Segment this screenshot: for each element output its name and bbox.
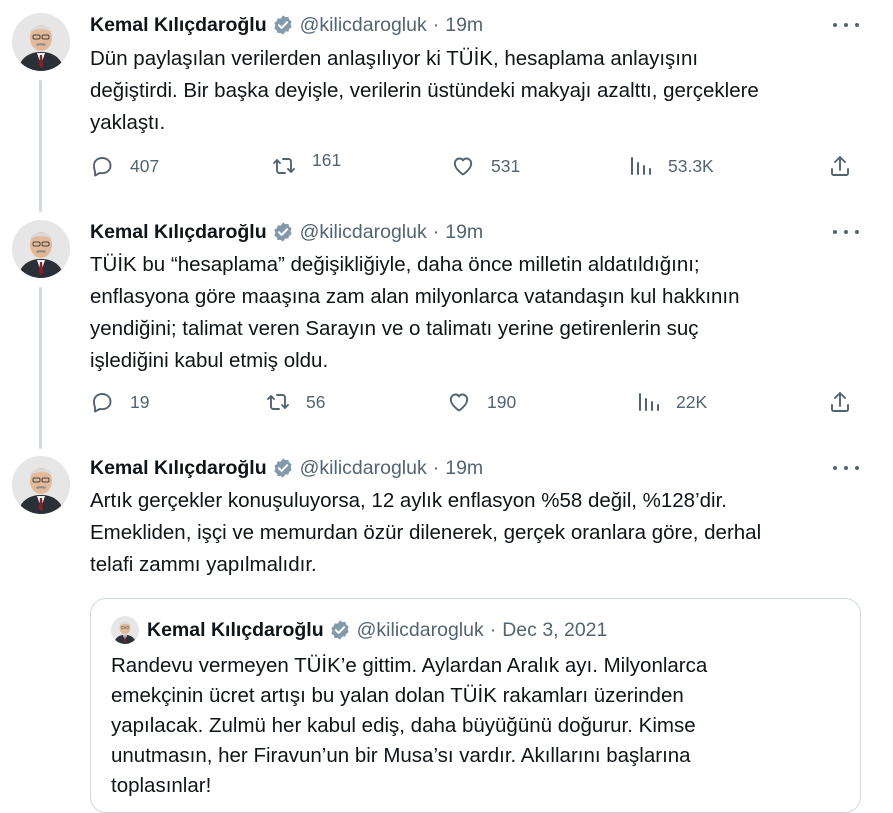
like-button[interactable]: 190 — [447, 390, 516, 414]
views-count: 53.3K — [668, 155, 714, 176]
like-count: 190 — [487, 391, 517, 412]
tweet[interactable]: Kemal Kılıçdaroğlu @kilicdarogluk · 19m … — [0, 0, 893, 206]
retweet-icon — [267, 394, 289, 410]
tweet-header: Kemal Kılıçdaroğlu @kilicdarogluk · 19m — [90, 219, 483, 245]
reply-count: 407 — [130, 155, 160, 176]
verified-badge-icon — [274, 15, 292, 35]
separator-dot: · — [432, 13, 440, 36]
verified-badge-icon — [274, 222, 292, 242]
share-button[interactable] — [828, 154, 868, 178]
author-name[interactable]: Kemal Kılıçdaroğlu — [90, 457, 267, 480]
tweet-text-line: Artık gerçekler konuşuluyorsa, 12 aylık … — [90, 489, 727, 512]
share-button[interactable] — [828, 390, 868, 414]
more-icon[interactable] — [833, 457, 859, 479]
tweet-text: Artık gerçekler konuşuluyorsa, 12 aylık … — [90, 485, 860, 581]
retweet-icon — [273, 158, 295, 174]
share-icon — [831, 392, 849, 412]
tweet-text-line: emekçinin ücret artışı bu yalan dolan TÜ… — [111, 684, 684, 707]
tweet-text-line: Dün paylaşılan verilerden anlaşılıyor ki… — [90, 47, 699, 70]
views-button[interactable]: 22K — [636, 390, 707, 414]
tweet-text-line: yapılacak. Zulmü her kabul ediş, daha bü… — [111, 714, 696, 737]
separator-dot: · — [432, 220, 440, 243]
avatar[interactable] — [111, 616, 139, 644]
retweet-count: 56 — [306, 391, 326, 412]
verified-badge-icon — [274, 458, 292, 478]
author-handle: @kilicdarogluk — [356, 618, 484, 641]
author-handle[interactable]: @kilicdarogluk — [300, 221, 427, 244]
more-icon[interactable] — [833, 221, 859, 243]
heart-icon — [453, 157, 473, 176]
tweet-actions: 19 56 190 22K — [90, 390, 860, 420]
tweet-text: TÜİK bu “hesaplama” değişikliğiyle, daha… — [90, 249, 860, 377]
quoted-tweet-text: Randevu vermeyen TÜİK’e gittim. Aylardan… — [111, 651, 841, 801]
tweet-text-line: toplasınlar! — [111, 774, 212, 797]
author-name[interactable]: Kemal Kılıçdaroğlu — [90, 221, 267, 244]
separator-dot: · — [432, 456, 440, 479]
tweet-time[interactable]: 19m — [445, 14, 483, 37]
avatar[interactable] — [12, 456, 70, 514]
quoted-tweet[interactable]: Kemal Kılıçdaroğlu @kilicdarogluk · Dec … — [90, 598, 861, 813]
like-button[interactable]: 531 — [451, 154, 520, 178]
author-name[interactable]: Kemal Kılıçdaroğlu — [90, 14, 267, 37]
tweet-text-line: unutmasın, her Firavun’un bir Musa’sı va… — [111, 744, 691, 767]
avatar[interactable] — [12, 220, 70, 278]
quoted-tweet-header: Kemal Kılıçdaroğlu @kilicdarogluk · Dec … — [147, 617, 607, 643]
avatar[interactable] — [12, 13, 70, 71]
tweet-text-line: Randevu vermeyen TÜİK’e gittim. Aylardan… — [111, 654, 708, 677]
tweet-text-line: telafi zammı yapılmalıdır. — [90, 553, 317, 576]
tweet-actions: 407 161 531 53.3K — [90, 150, 860, 184]
more-icon[interactable] — [833, 14, 859, 36]
verified-badge-icon — [331, 620, 349, 640]
tweet-time[interactable]: 19m — [445, 457, 483, 480]
tweet-text-line: yaklaştı. — [90, 111, 166, 134]
tweet-text-line: değiştirdi. Bir başka deyişle, verilerin… — [90, 79, 759, 102]
share-icon — [831, 156, 849, 176]
tweet[interactable]: Kemal Kılıçdaroğlu @kilicdarogluk · 19m … — [0, 207, 893, 444]
views-count: 22K — [676, 391, 708, 412]
tweet-text-line: enflasyona göre maaşına zam alan milyonl… — [90, 285, 740, 308]
tweet-time[interactable]: 19m — [445, 221, 483, 244]
reply-icon — [93, 157, 112, 177]
reply-button[interactable]: 19 — [90, 390, 149, 414]
like-count: 531 — [491, 155, 521, 176]
heart-icon — [449, 393, 469, 412]
retweet-button[interactable]: 161 — [272, 150, 341, 178]
tweet-header: Kemal Kılıçdaroğlu @kilicdarogluk · 19m — [90, 455, 483, 481]
reply-icon — [93, 393, 112, 413]
author-handle[interactable]: @kilicdarogluk — [300, 14, 427, 37]
tweet-text-line: TÜİK bu “hesaplama” değişikliğiyle, daha… — [90, 253, 700, 276]
tweet-text-line: işlediğini kabul etmiş oldu. — [90, 349, 329, 372]
tweet-text: Dün paylaşılan verilerden anlaşılıyor ki… — [90, 43, 860, 139]
author-handle[interactable]: @kilicdarogluk — [300, 457, 427, 480]
views-icon — [631, 157, 651, 175]
views-button[interactable]: 53.3K — [628, 154, 714, 178]
reply-button[interactable]: 407 — [90, 154, 159, 178]
separator-dot: · — [489, 618, 497, 641]
author-name: Kemal Kılıçdaroğlu — [147, 618, 324, 641]
retweet-count: 161 — [312, 149, 342, 170]
tweet-date: Dec 3, 2021 — [502, 618, 608, 641]
retweet-button[interactable]: 56 — [266, 390, 325, 414]
reply-count: 19 — [130, 391, 150, 412]
tweet-text-line: yendiğini; talimat veren Sarayın ve o ta… — [90, 317, 699, 340]
tweet-text-line: Emekliden, işçi ve memurdan özür dilener… — [90, 521, 762, 544]
tweet-header: Kemal Kılıçdaroğlu @kilicdarogluk · 19m — [90, 12, 483, 38]
views-icon — [639, 393, 659, 411]
